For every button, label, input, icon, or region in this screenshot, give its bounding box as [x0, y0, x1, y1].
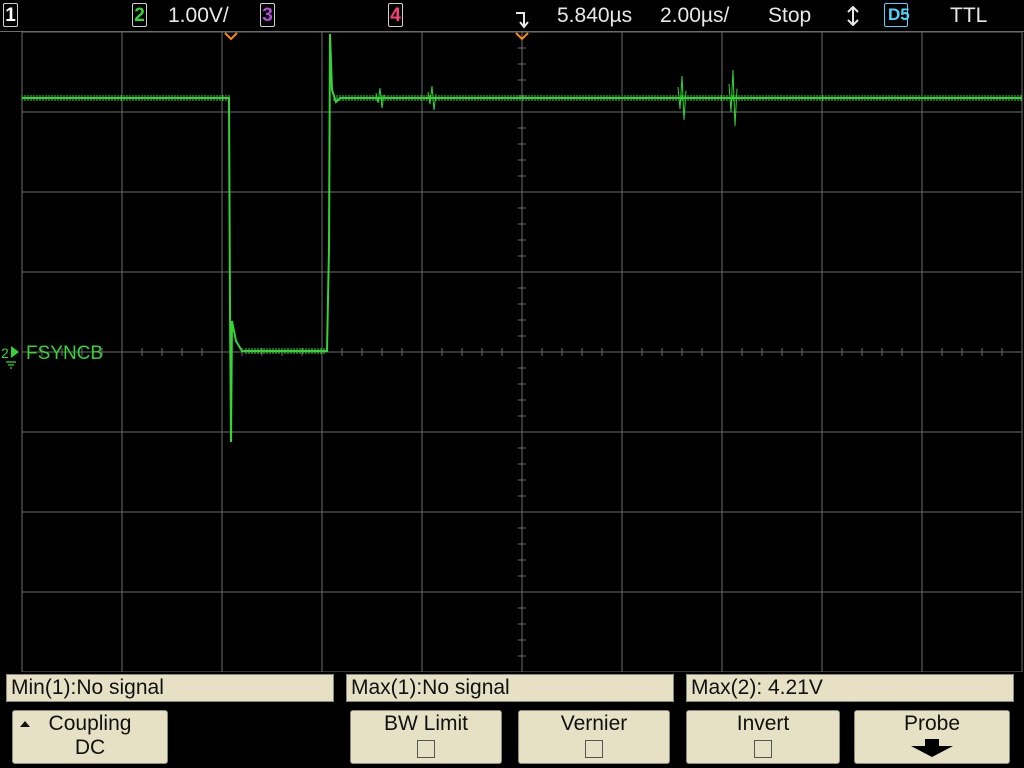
channel-1-indicator[interactable]: 1	[3, 3, 18, 27]
invert-checkbox[interactable]	[754, 740, 772, 758]
bw-limit-checkbox[interactable]	[417, 740, 435, 758]
coupling-selector-icon	[20, 721, 30, 727]
bw-limit-label: BW Limit	[384, 712, 468, 735]
bw-limit-softkey[interactable]: BW Limit	[350, 710, 502, 764]
waveform-label: FSYNCB	[26, 343, 103, 364]
channel-2-scale: 1.00V/	[168, 4, 229, 27]
down-arrow-icon	[911, 739, 953, 757]
run-state[interactable]: Stop	[768, 3, 811, 29]
probe-softkey[interactable]: Probe	[854, 710, 1010, 764]
trigger-source-label: D5	[888, 5, 910, 24]
time-delay: 5.840µs	[557, 4, 633, 27]
waveform-display[interactable]: 2 FSYNCB	[0, 32, 1024, 672]
channel-4-indicator[interactable]: 4	[388, 3, 403, 27]
measurement-max-1: Max(1):No signal	[346, 674, 674, 702]
trigger-position-marker	[224, 32, 238, 41]
vernier-checkbox[interactable]	[585, 740, 603, 758]
trigger-source-indicator[interactable]: D5	[884, 3, 910, 27]
coupling-softkey[interactable]: Coupling DC	[12, 710, 168, 764]
coupling-value: DC	[74, 736, 106, 759]
status-bar: 1 2 1.00V/ 3 4 5.840µs 2.00µs/ Stop D5 T…	[0, 0, 1024, 32]
invert-softkey[interactable]: Invert	[686, 710, 840, 764]
measurement-min-1: Min(1):No signal	[6, 674, 334, 702]
up-down-arrow-icon	[847, 6, 859, 26]
channel-2-ground-marker[interactable]: 2	[1, 345, 19, 369]
probe-label: Probe	[903, 712, 961, 735]
vernier-softkey[interactable]: Vernier	[518, 710, 670, 764]
channel-2-indicator[interactable]: 2	[132, 3, 147, 27]
vernier-label: Vernier	[560, 712, 628, 735]
trigger-level: TTL	[950, 4, 988, 27]
softkey-area: Min(1):No signal Max(1):No signal Max(2)…	[0, 672, 1024, 768]
time-scale: 2.00µs/	[660, 4, 730, 27]
falling-edge-trigger-icon	[516, 12, 529, 29]
channel-2-marker-label: 2	[1, 345, 9, 361]
channel-3-indicator[interactable]: 3	[260, 3, 275, 27]
coupling-label: Coupling	[48, 712, 132, 735]
invert-label: Invert	[736, 712, 790, 735]
graticule	[21, 32, 1023, 672]
measurement-max-2: Max(2): 4.21V	[686, 674, 1014, 702]
